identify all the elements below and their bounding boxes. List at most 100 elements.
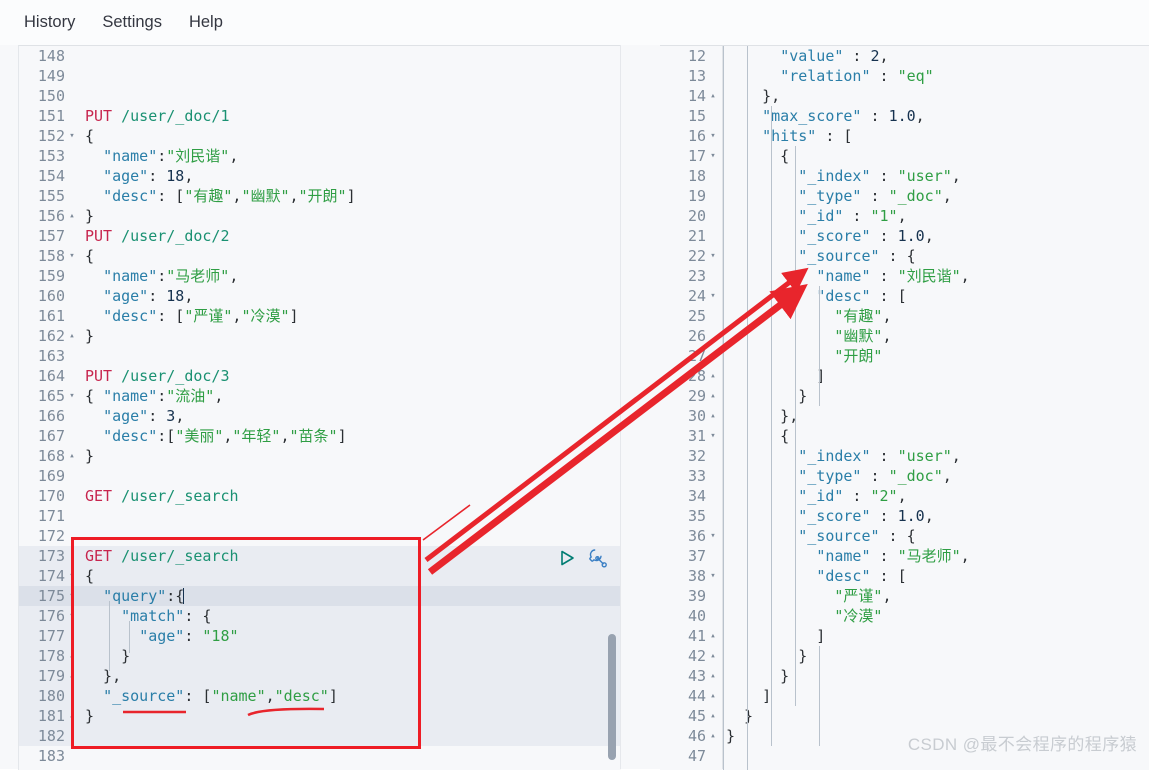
code-line[interactable]: 151 PUT /user/_doc/1 [19,106,621,126]
fold-toggle-icon[interactable]: ▾ [706,126,720,146]
code-line[interactable]: 45 ▴ } [660,706,1149,726]
code-line[interactable]: 14 ▴ }, [660,86,1149,106]
code-line[interactable]: 152 ▾ { [19,126,621,146]
code-line[interactable]: 183 [19,746,621,766]
response-viewer-pane[interactable]: 12 "value" : 2, 13 "relation" : "eq" 14 ▴ }… [660,45,1149,770]
code-line[interactable]: 19 "_type" : "_doc", [660,186,1149,206]
fold-toggle-icon[interactable]: ▴ [706,386,720,406]
fold-toggle-icon[interactable]: ▴ [706,626,720,646]
code-line[interactable]: 38 ▾ "desc" : [ [660,566,1149,586]
code-line[interactable]: 173 GET /user/_search [19,546,621,566]
code-line[interactable]: 43 ▴ } [660,666,1149,686]
pane-divider[interactable] [620,45,621,769]
request-editor-pane[interactable]: 148 149 150 151 PUT /user/_doc/1 152 ▾{153 "na… [18,45,621,770]
fold-toggle-icon[interactable]: ▴ [65,666,79,686]
fold-toggle-icon[interactable]: ▴ [706,666,720,686]
fold-toggle-icon[interactable]: ▴ [65,446,79,466]
code-line[interactable]: 149 [19,66,621,86]
fold-toggle-icon[interactable]: ▾ [65,586,79,606]
code-line[interactable]: 16 ▾ "hits" : [ [660,126,1149,146]
request-actions[interactable] [557,547,608,569]
fold-toggle-icon[interactable]: ▴ [706,686,720,706]
code-line[interactable]: 20 "_id" : "1", [660,206,1149,226]
fold-toggle-icon[interactable]: ▾ [706,286,720,306]
code-line[interactable]: 17 ▾ { [660,146,1149,166]
code-line[interactable]: 169 [19,466,621,486]
fold-toggle-icon[interactable]: ▴ [706,706,720,726]
code-line[interactable]: 13 "relation" : "eq" [660,66,1149,86]
editor-scrollbar[interactable] [608,634,616,760]
code-line[interactable]: 15 "max_score" : 1.0, [660,106,1149,126]
code-line[interactable]: 182 [19,726,621,746]
code-line[interactable]: 180 "_source": ["name","desc"] [19,686,621,706]
code-line[interactable]: 39 "严谨", [660,586,1149,606]
code-line[interactable]: 31 ▾ { [660,426,1149,446]
fold-toggle-icon[interactable]: ▾ [65,606,79,626]
code-line[interactable]: 161 "desc": ["严谨","冷漠"] [19,306,621,326]
code-line[interactable]: 22 ▾ "_source" : { [660,246,1149,266]
code-line[interactable]: 35 "_score" : 1.0, [660,506,1149,526]
code-line[interactable]: 29 ▴ } [660,386,1149,406]
code-line[interactable]: 164 PUT /user/_doc/3 [19,366,621,386]
code-line[interactable]: 34 "_id" : "2", [660,486,1149,506]
code-line[interactable]: 158 ▾ { [19,246,621,266]
code-line[interactable]: 18 "_index" : "user", [660,166,1149,186]
code-line[interactable]: 23 "name" : "刘民谐", [660,266,1149,286]
code-line[interactable]: 32 "_index" : "user", [660,446,1149,466]
fold-toggle-icon[interactable]: ▾ [706,146,720,166]
code-line[interactable]: 181 ▴} [19,706,621,726]
fold-toggle-icon[interactable]: ▴ [706,646,720,666]
code-line[interactable]: 153 "name":"刘民谐", [19,146,621,166]
code-line[interactable]: 148 [19,46,621,66]
fold-toggle-icon[interactable]: ▾ [706,566,720,586]
code-line[interactable]: 162 ▴} [19,326,621,346]
fold-toggle-icon[interactable]: ▾ [65,126,79,146]
menu-help[interactable]: Help [189,13,223,32]
fold-toggle-icon[interactable]: ▾ [65,566,79,586]
fold-toggle-icon[interactable]: ▾ [65,386,79,406]
code-line[interactable]: 167 "desc":["美丽","年轻","苗条"] [19,426,621,446]
wrench-icon[interactable] [586,547,608,569]
code-line[interactable]: 174 ▾ { [19,566,621,586]
code-line[interactable]: 172 [19,526,621,546]
fold-toggle-icon[interactable]: ▴ [65,706,79,726]
code-line[interactable]: 171 [19,506,621,526]
code-line[interactable]: 163 [19,346,621,366]
fold-toggle-icon[interactable]: ▴ [706,86,720,106]
code-line[interactable]: 36 ▾ "_source" : { [660,526,1149,546]
code-line[interactable]: 41 ▴ ] [660,626,1149,646]
code-line[interactable]: 12 "value" : 2, [660,46,1149,66]
menu-settings[interactable]: Settings [102,13,162,32]
code-line[interactable]: 37 "name" : "马老师", [660,546,1149,566]
fold-toggle-icon[interactable]: ▴ [65,206,79,226]
code-line[interactable]: 150 [19,86,621,106]
code-line[interactable]: 42 ▴ } [660,646,1149,666]
code-line[interactable]: 166 "age": 3, [19,406,621,426]
code-line[interactable]: 156 ▴} [19,206,621,226]
code-line[interactable]: 170 GET /user/_search [19,486,621,506]
fold-toggle-icon[interactable]: ▴ [65,646,79,666]
fold-toggle-icon[interactable]: ▴ [706,406,720,426]
fold-toggle-icon[interactable]: ▾ [706,246,720,266]
menu-history[interactable]: History [24,13,75,32]
code-line[interactable]: 24 ▾ "desc" : [ [660,286,1149,306]
code-line[interactable]: 33 "_type" : "_doc", [660,466,1149,486]
code-line[interactable]: 21 "_score" : 1.0, [660,226,1149,246]
code-line[interactable]: 25 "有趣", [660,306,1149,326]
code-line[interactable]: 28 ▴ ] [660,366,1149,386]
code-line[interactable]: 40 "冷漠" [660,606,1149,626]
code-line[interactable]: 157 PUT /user/_doc/2 [19,226,621,246]
code-line[interactable]: 160 "age": 18, [19,286,621,306]
fold-toggle-icon[interactable]: ▴ [65,326,79,346]
code-line[interactable]: 44 ▴ ] [660,686,1149,706]
fold-toggle-icon[interactable]: ▾ [706,426,720,446]
code-line[interactable]: 159 "name":"马老师", [19,266,621,286]
fold-toggle-icon[interactable]: ▴ [706,726,720,746]
code-line[interactable]: 165 ▾ { "name":"流油", [19,386,621,406]
code-line[interactable]: 154 "age": 18, [19,166,621,186]
fold-toggle-icon[interactable]: ▴ [706,366,720,386]
code-line[interactable]: 155 "desc": ["有趣","幽默","开朗"] [19,186,621,206]
code-line[interactable]: 26 "幽默", [660,326,1149,346]
code-line[interactable]: 30 ▴ }, [660,406,1149,426]
play-icon[interactable] [557,548,577,568]
